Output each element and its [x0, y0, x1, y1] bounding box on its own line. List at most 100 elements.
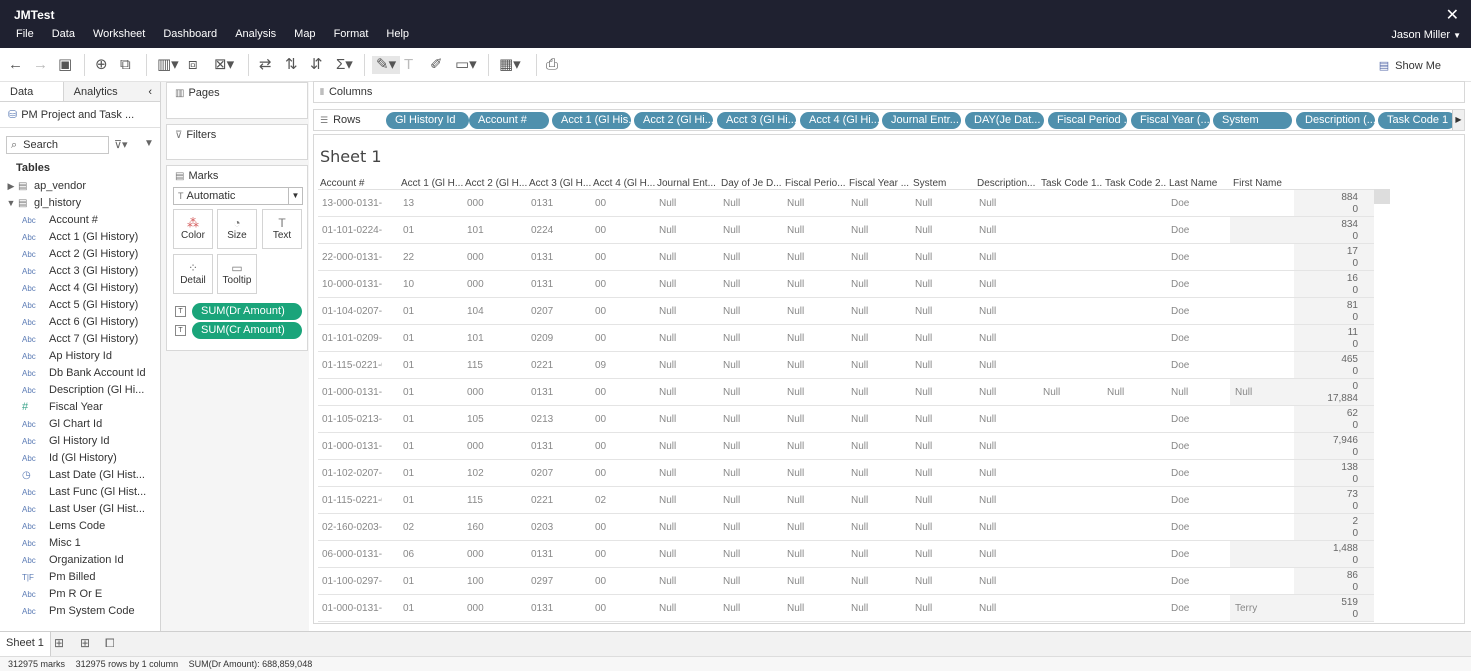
- row-pill[interactable]: Task Code 1 (: [1378, 112, 1456, 129]
- close-icon[interactable]: ✕: [1446, 5, 1459, 25]
- field-item[interactable]: Abc Acct 7 (Gl History): [0, 331, 160, 348]
- field-item[interactable]: T|F Pm Billed: [0, 569, 160, 586]
- field-item[interactable]: Abc Account #: [0, 212, 160, 229]
- row-pill[interactable]: DAY(Je Dat...: [965, 112, 1044, 129]
- save-icon[interactable]: ▣: [58, 56, 72, 74]
- field-item[interactable]: Abc Acct 1 (Gl History): [0, 229, 160, 246]
- sort-descending-icon[interactable]: ⇵: [310, 56, 323, 74]
- chevron-down-icon[interactable]: ▼: [288, 187, 302, 205]
- field-item[interactable]: Abc Lems Code: [0, 518, 160, 535]
- field-item[interactable]: Abc Gl Chart Id: [0, 416, 160, 433]
- field-item[interactable]: Abc Acct 6 (Gl History): [0, 314, 160, 331]
- row-pill[interactable]: Description (...: [1296, 112, 1375, 129]
- mark-pill-cr-amount[interactable]: SUM(Cr Amount): [192, 322, 302, 339]
- labels-icon[interactable]: T: [404, 56, 413, 74]
- detail-button[interactable]: ⁘ Detail: [173, 254, 213, 294]
- forward-icon[interactable]: →: [33, 56, 48, 74]
- tab-sheet-1[interactable]: Sheet 1: [0, 632, 51, 656]
- column-header[interactable]: Task Code 1...: [1041, 178, 1103, 189]
- field-item[interactable]: Abc Pm System Code: [0, 603, 160, 620]
- search-input[interactable]: ⌕ Search: [6, 136, 109, 154]
- sort-ascending-icon[interactable]: ⇅: [285, 56, 298, 74]
- column-header[interactable]: Account #: [320, 178, 382, 189]
- field-item[interactable]: Abc Acct 4 (Gl History): [0, 280, 160, 297]
- column-header[interactable]: Acct 3 (Gl H...: [529, 178, 591, 189]
- color-button[interactable]: ⁂ Color: [173, 209, 213, 249]
- chevron-down-icon[interactable]: ▼: [144, 138, 154, 149]
- tab-data[interactable]: Data: [0, 82, 64, 101]
- field-item[interactable]: Abc Pm R Or E: [0, 586, 160, 603]
- field-item[interactable]: Abc Id (Gl History): [0, 450, 160, 467]
- rows-shelf[interactable]: ☰ Rows Gl History Id Account # Acct 1 (Gl H…: [313, 109, 1465, 131]
- column-header[interactable]: Acct 2 (Gl H...: [465, 178, 527, 189]
- field-item[interactable]: Abc Misc 1: [0, 535, 160, 552]
- row-pill[interactable]: Fiscal Year (...: [1131, 112, 1210, 129]
- mark-pill-dr-amount[interactable]: SUM(Dr Amount): [192, 303, 302, 320]
- menu-item-map[interactable]: Map: [288, 28, 321, 40]
- highlight-icon[interactable]: ✎▾: [372, 56, 401, 74]
- field-item[interactable]: # Fiscal Year: [0, 399, 160, 416]
- chevron-right-icon[interactable]: ▶: [4, 178, 18, 195]
- field-item[interactable]: Abc Gl History Id: [0, 433, 160, 450]
- column-header[interactable]: Acct 4 (Gl H...: [593, 178, 655, 189]
- new-story-icon[interactable]: ⧠: [105, 636, 115, 651]
- menu-item-data[interactable]: Data: [46, 28, 81, 40]
- vertical-scrollbar[interactable]: [1374, 189, 1390, 204]
- filter-icon[interactable]: ⊽▾: [114, 138, 128, 151]
- field-item[interactable]: Abc Ap History Id: [0, 348, 160, 365]
- row-pill[interactable]: Gl History Id: [386, 112, 469, 129]
- share-icon[interactable]: ⎙: [546, 56, 558, 74]
- format-icon[interactable]: ✐: [430, 56, 443, 74]
- clear-sheet-icon[interactable]: ⊠▾: [214, 56, 234, 74]
- columns-shelf[interactable]: ⦀ Columns: [313, 81, 1465, 103]
- table-item[interactable]: ▶ ▤ ap_vendor: [0, 178, 160, 195]
- column-header[interactable]: Day of Je D...: [721, 178, 783, 189]
- field-item[interactable]: ◷ Last Date (Gl Hist...: [0, 467, 160, 484]
- collapse-icon[interactable]: ‹: [148, 82, 152, 102]
- column-header[interactable]: Description...: [977, 178, 1039, 189]
- column-header[interactable]: Journal Ent...: [657, 178, 719, 189]
- scroll-right-icon[interactable]: ▶: [1452, 110, 1464, 130]
- row-pill[interactable]: Acct 4 (Gl Hi...: [800, 112, 879, 129]
- field-item[interactable]: Abc Acct 2 (Gl History): [0, 246, 160, 263]
- row-pill[interactable]: Acct 2 (Gl Hi...: [634, 112, 713, 129]
- field-item[interactable]: Abc Db Bank Account Id: [0, 365, 160, 382]
- duplicate-sheet-icon[interactable]: ⧈: [188, 56, 198, 74]
- new-datasource-icon[interactable]: ⊕: [95, 56, 108, 74]
- row-pill[interactable]: Acct 1 (Gl His...: [552, 112, 631, 129]
- column-header[interactable]: Task Code 2...: [1105, 178, 1167, 189]
- size-button[interactable]: ◔ Size: [217, 209, 257, 249]
- show-me-button[interactable]: ▤ Show Me: [1379, 59, 1441, 72]
- text-button[interactable]: T Text: [262, 209, 302, 249]
- field-item[interactable]: Abc Last User (Gl Hist...: [0, 501, 160, 518]
- menu-item-worksheet[interactable]: Worksheet: [87, 28, 151, 40]
- menu-item-analysis[interactable]: Analysis: [229, 28, 282, 40]
- menu-item-dashboard[interactable]: Dashboard: [157, 28, 223, 40]
- row-pill[interactable]: Journal Entr...: [882, 112, 961, 129]
- user-menu[interactable]: Jason Miller ▼: [1391, 29, 1461, 41]
- row-pill[interactable]: System: [1213, 112, 1292, 129]
- filters-card[interactable]: ⊽ Filters: [166, 124, 308, 160]
- tab-analytics[interactable]: Analytics ‹: [63, 82, 160, 102]
- menu-item-file[interactable]: File: [10, 28, 40, 40]
- back-icon[interactable]: ←: [8, 56, 23, 74]
- row-pill[interactable]: Acct 3 (Gl Hi...: [717, 112, 796, 129]
- totals-icon[interactable]: Σ▾: [336, 56, 353, 74]
- column-header[interactable]: First Name: [1233, 178, 1295, 189]
- mark-type-select[interactable]: T Automatic ▼: [173, 187, 303, 205]
- row-pill[interactable]: Account #: [469, 112, 549, 129]
- new-dashboard-icon[interactable]: ⊞: [80, 636, 90, 650]
- field-item[interactable]: Abc Acct 5 (Gl History): [0, 297, 160, 314]
- column-header[interactable]: Last Name: [1169, 178, 1231, 189]
- tooltip-button[interactable]: ▭ Tooltip: [217, 254, 257, 294]
- menu-item-format[interactable]: Format: [328, 28, 375, 40]
- new-worksheet-icon[interactable]: ⊞: [54, 636, 64, 650]
- chevron-down-icon[interactable]: ▼: [4, 195, 18, 212]
- new-worksheet-icon[interactable]: ▥▾: [157, 56, 179, 74]
- fit-icon[interactable]: ▭▾: [455, 56, 477, 74]
- pause-updates-icon[interactable]: ⧉: [120, 56, 131, 74]
- field-item[interactable]: Abc Last Func (Gl Hist...: [0, 484, 160, 501]
- column-header[interactable]: Fiscal Year ...: [849, 178, 911, 189]
- field-item[interactable]: Abc Description (Gl Hi...: [0, 382, 160, 399]
- field-item[interactable]: Abc Organization Id: [0, 552, 160, 569]
